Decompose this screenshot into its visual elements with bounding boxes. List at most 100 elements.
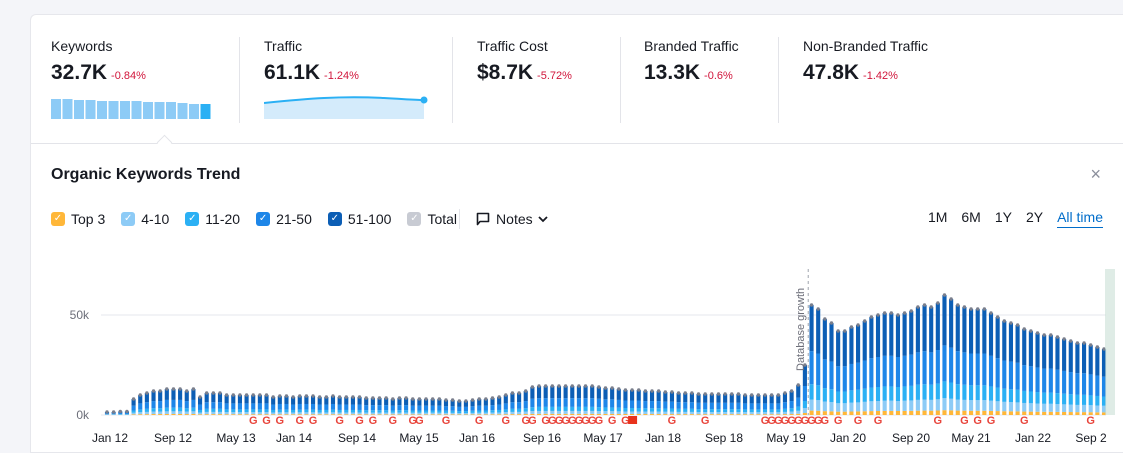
total-point <box>962 305 967 309</box>
range-1y[interactable]: 1Y <box>995 209 1012 228</box>
total-point <box>869 315 874 319</box>
google-update-icon: G <box>854 415 863 427</box>
range-1m[interactable]: 1M <box>928 209 947 228</box>
bar-segment <box>191 407 196 412</box>
bar-segment <box>1081 404 1087 413</box>
total-point <box>995 315 1000 319</box>
bar-segment <box>736 409 741 413</box>
trend-title: Organic Keywords Trend <box>51 166 241 183</box>
bar-segment <box>616 411 621 414</box>
keywords-spark-bar <box>120 101 130 119</box>
bar-segment <box>749 409 754 413</box>
bar-segment <box>171 407 176 412</box>
bar-segment <box>377 405 382 411</box>
bar-segment <box>231 409 236 413</box>
bar-segment <box>1068 412 1073 415</box>
bar-segment <box>656 408 661 412</box>
bar-segment <box>583 410 588 414</box>
bar-segment <box>756 403 761 410</box>
bar-segment <box>889 355 894 387</box>
bar-segment <box>915 352 920 385</box>
bar-segment <box>1095 347 1100 376</box>
x-tick-label: Sep 18 <box>705 431 743 445</box>
total-point <box>902 311 907 315</box>
bar-segment <box>158 414 163 415</box>
bar-segment <box>330 409 336 413</box>
legend-top3[interactable]: ✓ Top 3 <box>51 211 105 227</box>
legend-51-100[interactable]: ✓ 51-100 <box>327 211 391 227</box>
total-point <box>796 383 800 387</box>
bar-segment <box>836 391 841 404</box>
notes-dropdown[interactable]: Notes <box>476 211 549 227</box>
total-point <box>663 390 668 394</box>
close-icon[interactable]: × <box>1090 164 1101 185</box>
metric-delta: -1.42% <box>863 70 898 82</box>
legend-4-10[interactable]: ✓ 4-10 <box>121 211 169 227</box>
bar-segment <box>264 403 269 410</box>
bar-segment <box>683 408 688 412</box>
bar-segment <box>503 403 508 410</box>
bar-segment <box>1075 373 1080 395</box>
bar-segment <box>1042 335 1047 369</box>
bar-segment <box>590 398 595 407</box>
bar-segment <box>949 398 954 411</box>
bar-segment <box>530 387 535 399</box>
bar-segment <box>583 386 588 399</box>
bar-segment <box>836 366 841 392</box>
bar-segment <box>138 403 143 410</box>
bar-segment <box>350 409 355 413</box>
bar-segment <box>1075 394 1080 405</box>
range-6m[interactable]: 6M <box>961 209 980 228</box>
bar-segment <box>962 307 967 353</box>
bar-segment <box>895 411 901 415</box>
bar-segment <box>204 411 209 415</box>
bar-segment <box>344 414 349 415</box>
bar-segment <box>862 360 867 389</box>
bar-segment <box>869 401 874 412</box>
bar-segment <box>483 410 488 413</box>
total-point <box>158 389 162 393</box>
bar-segment <box>1022 329 1027 366</box>
bar-segment <box>676 402 681 409</box>
bar-segment <box>689 414 694 415</box>
organic-keywords-trend-chart[interactable]: 50k0kDatabase growthG G G G G G G G G GG G G G GG GGGG… <box>31 251 1123 451</box>
bar-segment <box>716 414 721 415</box>
total-point <box>218 391 222 395</box>
x-tick-label: Jan 20 <box>830 431 866 445</box>
bar-segment <box>570 386 575 399</box>
legend-11-20[interactable]: ✓ 11-20 <box>185 211 240 227</box>
bar-segment <box>344 412 349 415</box>
bar-segment <box>636 414 641 415</box>
range-all-time[interactable]: All time <box>1057 209 1103 228</box>
total-point <box>1055 335 1060 339</box>
total-point <box>118 409 122 414</box>
legend-21-50[interactable]: ✓ 21-50 <box>256 211 312 227</box>
bar-segment <box>716 409 721 413</box>
bar-segment <box>995 401 1000 412</box>
bar-segment <box>809 305 814 352</box>
total-point <box>816 307 820 311</box>
bar-segment <box>131 410 136 413</box>
bar-segment <box>643 408 648 412</box>
bar-segment <box>344 404 349 410</box>
total-point <box>956 303 960 307</box>
total-point <box>723 392 727 396</box>
bar-segment <box>796 397 801 407</box>
google-update-icon: G <box>668 415 677 427</box>
bar-segment <box>1022 365 1027 391</box>
x-tick-label: May 19 <box>766 431 806 445</box>
bar-segment <box>822 401 827 412</box>
bar-segment <box>443 406 449 411</box>
bar-segment <box>437 410 442 413</box>
range-2y[interactable]: 2Y <box>1026 209 1043 228</box>
bar-segment <box>756 412 761 415</box>
bar-segment <box>1088 345 1093 375</box>
bar-segment <box>517 408 522 412</box>
bar-segment <box>849 363 854 391</box>
bar-segment <box>1048 335 1053 369</box>
legend-total[interactable]: ✓ Total <box>407 211 457 227</box>
bar-segment <box>497 409 502 413</box>
google-update-icon: G <box>874 415 883 427</box>
bar-segment <box>430 412 435 415</box>
total-point <box>1082 341 1086 345</box>
